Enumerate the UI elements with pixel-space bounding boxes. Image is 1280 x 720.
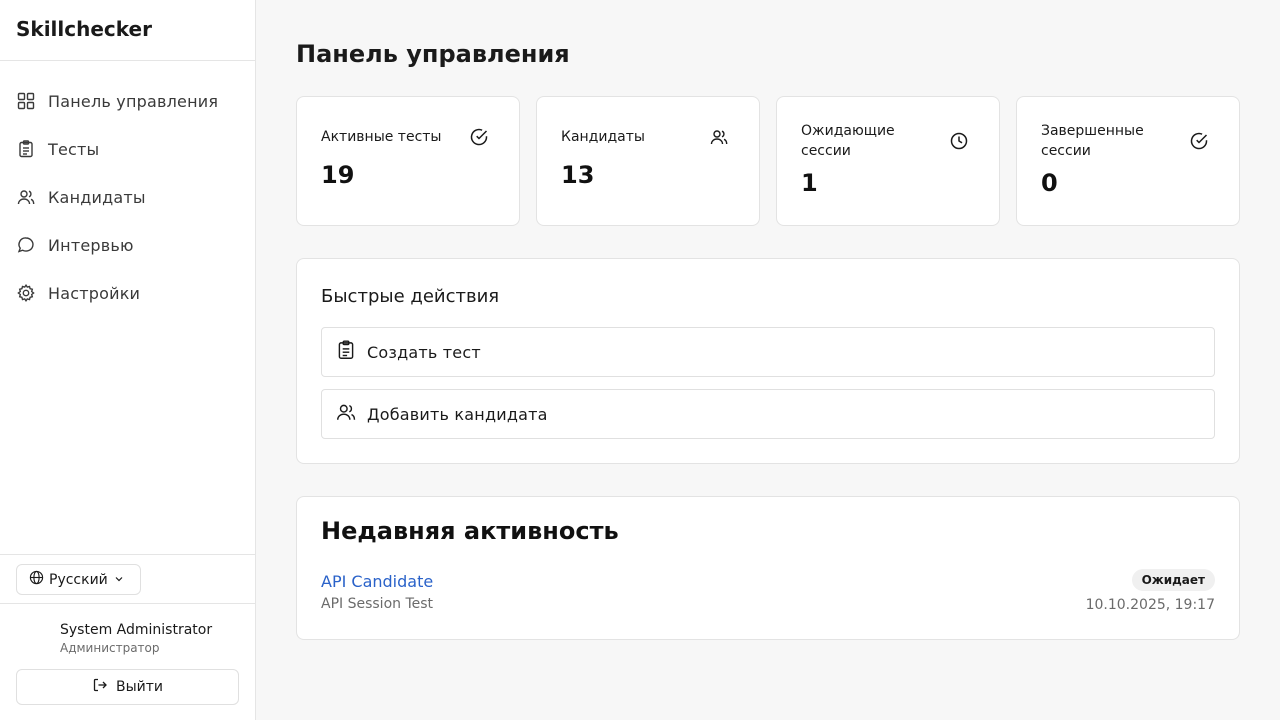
stat-card-completed-sessions: Завершенные сессии 0 [1016, 96, 1240, 226]
users-icon [335, 401, 357, 427]
chevron-down-icon [114, 572, 124, 588]
sidebar-item-label: Настройки [48, 283, 141, 303]
logout-button[interactable]: Выйти [16, 669, 239, 705]
sidebar-item-label: Панель управления [48, 91, 219, 111]
add-candidate-label: Добавить кандидата [367, 404, 548, 424]
stat-card-pending-sessions: Ожидающие сессии 1 [776, 96, 1000, 226]
sidebar: Skillchecker Панель управления Тесты Кан… [0, 0, 256, 720]
stat-card-active-tests: Активные тесты 19 [296, 96, 520, 226]
language-section: Русский [0, 555, 255, 604]
add-candidate-button[interactable]: Добавить кандидата [321, 389, 1215, 439]
recent-activity-title: Недавняя активность [321, 517, 619, 545]
activity-candidate-link[interactable]: API Candidate [321, 572, 433, 591]
recent-activity-panel: Недавняя активность API Candidate API Se… [296, 496, 1240, 640]
users-icon [16, 187, 36, 207]
clock-icon [949, 131, 969, 151]
logout-icon [92, 677, 108, 697]
create-test-button[interactable]: Создать тест [321, 327, 1215, 377]
stat-value: 19 [321, 161, 355, 189]
stat-card-candidates: Кандидаты 13 [536, 96, 760, 226]
gear-icon [16, 283, 36, 303]
clipboard-icon [16, 139, 36, 159]
app-title: Skillchecker [0, 0, 255, 61]
sidebar-footer: Русский System Administrator Администрат… [0, 554, 255, 705]
check-circle-icon [1189, 131, 1209, 151]
create-test-label: Создать тест [367, 342, 481, 362]
sidebar-item-label: Тесты [48, 139, 100, 159]
user-info: System Administrator Администратор [0, 604, 255, 655]
globe-icon [29, 570, 44, 589]
check-circle-icon [469, 127, 489, 147]
sidebar-item-interviews[interactable]: Интервью [0, 221, 255, 269]
language-select[interactable]: Русский [16, 564, 141, 595]
activity-session-name: API Session Test [321, 596, 434, 612]
stat-value: 0 [1041, 169, 1058, 197]
activity-timestamp: 10.10.2025, 19:17 [1085, 597, 1215, 613]
sidebar-nav: Панель управления Тесты Кандидаты Интерв… [0, 61, 255, 317]
sidebar-item-candidates[interactable]: Кандидаты [0, 173, 255, 221]
quick-actions-title: Быстрые действия [321, 286, 500, 307]
user-name: System Administrator [60, 622, 213, 638]
sidebar-item-label: Кандидаты [48, 187, 146, 207]
quick-actions-panel: Быстрые действия Создать тест Добавить к… [296, 258, 1240, 464]
stat-value: 1 [801, 169, 818, 197]
stat-label: Активные тесты [321, 129, 442, 145]
sidebar-item-tests[interactable]: Тесты [0, 125, 255, 173]
sidebar-item-dashboard[interactable]: Панель управления [0, 77, 255, 125]
status-badge: Ожидает [1131, 569, 1215, 591]
user-role: Администратор [60, 641, 160, 655]
stat-label: Ожидающие сессии [801, 123, 895, 159]
clipboard-icon [335, 339, 357, 365]
page-title: Панель управления [296, 40, 570, 68]
stat-value: 13 [561, 161, 595, 189]
chat-bubble-icon [16, 235, 36, 255]
language-label: Русский [49, 571, 108, 588]
sidebar-item-label: Интервью [48, 235, 134, 255]
sidebar-item-settings[interactable]: Настройки [0, 269, 255, 317]
stat-label: Завершенные сессии [1041, 123, 1144, 159]
logout-label: Выйти [115, 679, 163, 695]
users-icon [709, 127, 729, 147]
dashboard-icon [16, 91, 36, 111]
stat-label: Кандидаты [561, 129, 645, 145]
